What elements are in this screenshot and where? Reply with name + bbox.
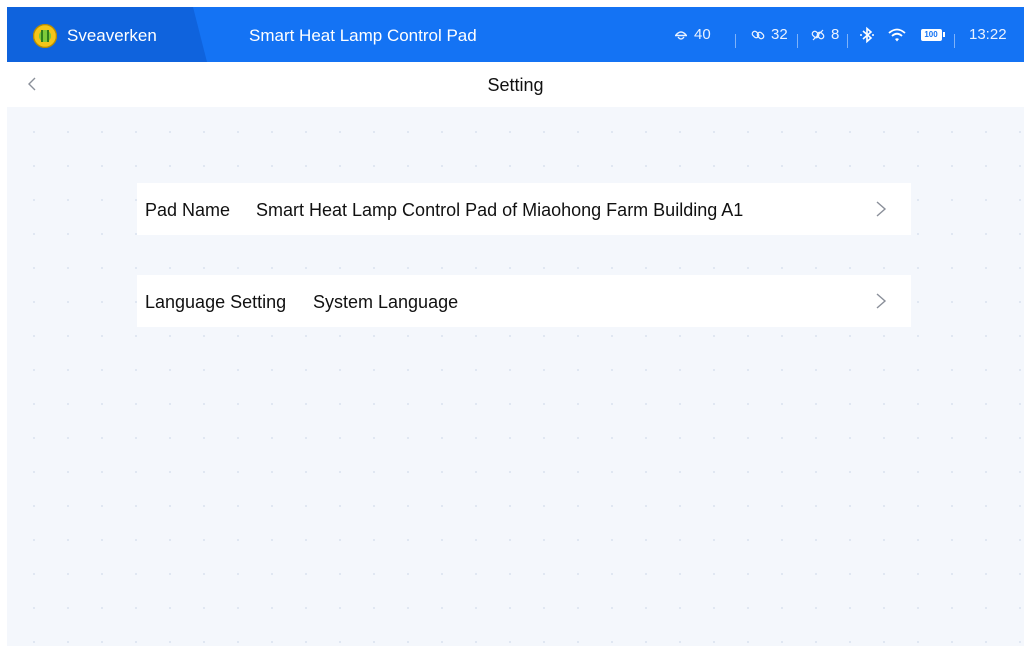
wifi-status (888, 7, 906, 62)
battery-tip (943, 32, 945, 37)
brand-logo-icon (33, 24, 57, 48)
status-bar: Sveaverken Smart Heat Lamp Control Pad 4… (7, 7, 1024, 62)
bluetooth-status (859, 7, 875, 62)
lamp-count-value: 40 (694, 26, 711, 43)
chevron-right-icon (876, 293, 887, 309)
page-header: Setting (7, 62, 1024, 107)
pad-name-value: Smart Heat Lamp Control Pad of Miaohong … (256, 200, 744, 220)
wifi-icon (888, 27, 906, 43)
battery-level: 100 (924, 29, 938, 39)
time-text: 13:22 (969, 26, 1007, 43)
connected-count-value: 32 (771, 26, 788, 43)
divider (735, 34, 736, 48)
language-setting-label: Language Setting (145, 292, 287, 312)
app-title: Smart Heat Lamp Control Pad (249, 26, 477, 45)
lamp-count: 40 (673, 7, 711, 62)
disconnected-count-value: 8 (831, 26, 840, 43)
settings-content: Pad Name Smart Heat Lamp Control Pad of … (7, 107, 1024, 646)
clock: 13:22 (969, 7, 1007, 62)
disconnected-count: 8 (810, 7, 839, 62)
brand-name: Sveaverken (67, 26, 157, 45)
divider (847, 34, 848, 48)
page-title: Setting (487, 75, 544, 95)
link-icon (750, 27, 766, 43)
battery-icon: 100 (921, 28, 942, 41)
app-frame: Sveaverken Smart Heat Lamp Control Pad 4… (7, 7, 1024, 646)
chevron-right-icon (876, 201, 887, 217)
pad-name-row[interactable]: Pad Name Smart Heat Lamp Control Pad of … (137, 183, 911, 235)
divider (954, 34, 955, 48)
battery-status: 100 (921, 7, 945, 62)
unlink-icon (810, 27, 826, 43)
language-setting-row[interactable]: Language Setting System Language (137, 275, 911, 327)
bluetooth-icon (859, 26, 875, 44)
divider (797, 34, 798, 48)
pad-name-label: Pad Name (145, 200, 231, 220)
lamp-icon (673, 27, 689, 43)
language-setting-value: System Language (313, 292, 459, 312)
connected-count: 32 (750, 7, 788, 62)
